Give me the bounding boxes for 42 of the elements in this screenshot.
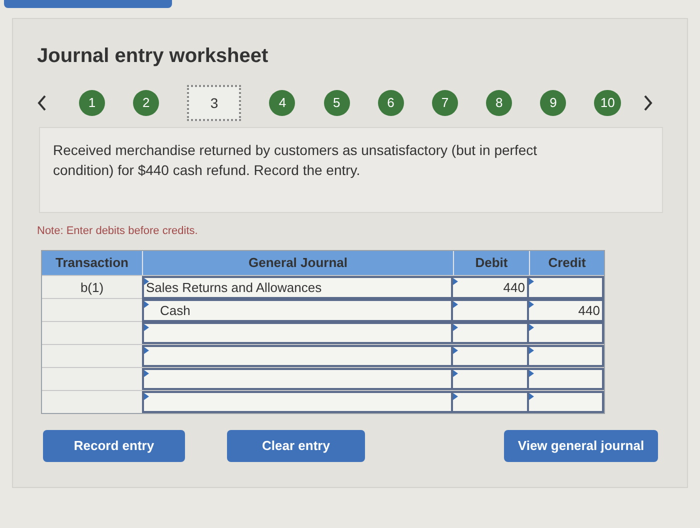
step-tab[interactable]: 4 <box>269 90 296 116</box>
cell-marker-icon <box>144 324 149 330</box>
debit-field[interactable] <box>453 298 529 322</box>
step-tab[interactable]: 3 <box>187 85 242 121</box>
credit-field[interactable] <box>529 368 604 390</box>
step-tab[interactable]: 10 <box>594 90 621 116</box>
debit-field[interactable] <box>453 390 529 412</box>
step-tab[interactable]: 1 <box>79 90 105 116</box>
action-button[interactable]: Record entry <box>43 430 185 462</box>
credit-field[interactable] <box>529 276 604 299</box>
cell-marker-icon <box>144 370 149 376</box>
cell-marker-icon <box>144 392 149 400</box>
debit-field[interactable] <box>453 344 529 366</box>
cell-marker-icon <box>144 346 149 354</box>
step-tab[interactable]: 6 <box>378 90 404 116</box>
transaction-cell-text: b(1) <box>79 278 105 297</box>
credit-field[interactable] <box>529 344 604 366</box>
step-tab[interactable]: 8 <box>486 90 512 116</box>
step-tab[interactable]: 5 <box>324 90 350 116</box>
debit-field[interactable] <box>453 322 529 344</box>
credit-field[interactable] <box>529 322 604 344</box>
note-text: Note: Enter debits before credits. <box>37 224 199 239</box>
action-button[interactable]: Clear entry <box>227 430 365 462</box>
step-tab[interactable]: 2 <box>133 90 160 116</box>
action-button[interactable]: View general journal <box>504 430 658 462</box>
description-text: Received merchandise returned by customers as unsatisfactory (but in perfect condition) for $440 cash refund. Record the entry. <box>53 141 538 180</box>
account-field[interactable] <box>142 322 453 344</box>
worksheet-title: Journal entry worksheet <box>37 44 270 69</box>
step-tab[interactable]: 7 <box>432 90 458 116</box>
cell-marker-icon <box>144 278 149 284</box>
cell-marker-icon <box>144 300 149 308</box>
step-tab[interactable]: 9 <box>540 90 566 116</box>
account-field[interactable] <box>142 390 453 412</box>
credit-field[interactable] <box>529 390 604 412</box>
account-field[interactable]: Cash <box>142 298 453 322</box>
credit-field[interactable]: 440 <box>529 298 604 322</box>
debit-field[interactable] <box>453 368 529 390</box>
account-field[interactable]: Sales Returns and Allowances <box>142 276 453 299</box>
account-field[interactable] <box>142 368 453 390</box>
debit-field[interactable]: 440 <box>453 276 529 299</box>
column-header: Transaction <box>54 254 130 272</box>
account-field[interactable] <box>142 344 453 366</box>
